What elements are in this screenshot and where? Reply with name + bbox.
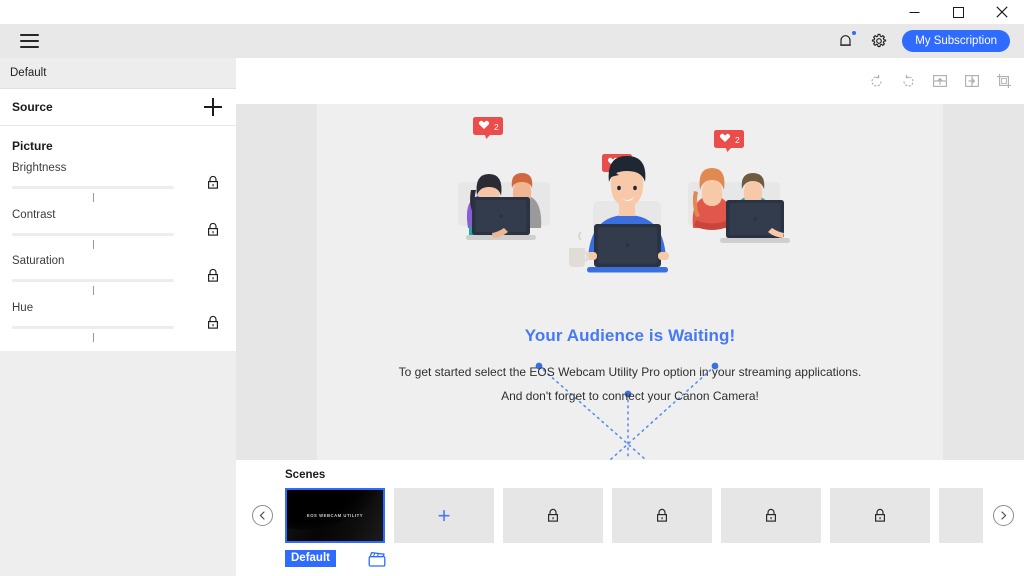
lock-icon[interactable] [206,175,222,191]
default-scene-badge: Default [285,550,336,567]
notification-bell-icon[interactable] [834,30,857,52]
slider-label: Contrast [12,208,56,221]
crop-icon[interactable] [994,71,1014,91]
slider-track[interactable] [12,325,174,329]
svg-text:2: 2 [494,122,499,132]
slider-saturation: Saturation [0,246,236,295]
left-sidebar: Default Source Picture Brightness Contra… [0,58,236,576]
slider-label: Brightness [12,162,67,174]
svg-text:2: 2 [735,135,740,145]
lock-icon[interactable] [206,222,222,238]
preset-name: Default [10,67,47,79]
source-header: Source [0,89,236,126]
picture-section-title: Picture [12,139,53,153]
lock-icon [765,508,777,522]
header-actions: My Subscription [834,30,1024,52]
title-bar [0,0,1024,24]
slider-brightness: Brightness [0,153,236,202]
minimize-button[interactable] [892,0,936,24]
lock-icon[interactable] [206,315,222,331]
slider-hue: Hue [0,293,236,342]
slider-track[interactable] [12,186,174,189]
page-title: Your Audience is Waiting! [524,326,736,345]
lock-icon[interactable] [206,268,222,284]
scene-tile-partial[interactable] [939,488,983,543]
preview-toolbar [866,58,1014,104]
maximize-button[interactable] [936,0,980,24]
plus-icon: + [437,502,451,528]
rotate-left-icon[interactable] [866,71,886,91]
scene-tile-active[interactable]: EOS WEBCAM UTILITY [285,488,385,543]
page-subtitle: To get started select the EOS Webcam Uti… [236,360,1024,408]
slider-track[interactable] [12,232,174,236]
slider-label: Hue [12,301,34,314]
scene-tile-locked[interactable] [612,488,712,543]
subtitle-line-2: And don't forget to connect your Canon C… [501,389,759,403]
preview-area: 2 2 Your Audience is Waiting! To get sta… [236,58,1024,460]
app-window: My Subscription Default Source Picture B… [0,0,1024,576]
lock-icon [874,508,886,522]
scene-tile-locked[interactable] [830,488,930,543]
scene-tile-list: EOS WEBCAM UTILITY + [285,488,997,544]
source-panel: Source Picture Brightness Contrast Satur… [0,89,236,351]
scenes-bar: Scenes EOS WEBCAM UTILITY + Default [236,460,1024,576]
settings-gear-icon[interactable] [868,30,890,52]
notification-dot [852,31,857,35]
scene-tile-locked[interactable] [721,488,821,543]
preset-selector-row[interactable]: Default [0,58,236,89]
scene-thumbnail-label: EOS WEBCAM UTILITY [306,513,364,518]
flip-horizontal-icon[interactable] [962,71,982,91]
lock-icon [547,508,559,522]
slider-track[interactable] [12,279,174,282]
source-title: Source [12,100,53,114]
rotate-right-icon[interactable] [898,71,918,91]
subtitle-line-1: To get started select the EOS Webcam Uti… [398,365,862,379]
add-source-button[interactable] [204,98,222,116]
hamburger-menu-icon[interactable] [12,24,46,58]
scene-tile-locked[interactable] [503,488,603,543]
preview-stage[interactable]: 2 2 Your Audience is Waiting! To get sta… [236,104,1024,460]
slider-contrast: Contrast [0,200,236,249]
my-subscription-button[interactable]: My Subscription [902,30,1010,52]
flip-vertical-icon[interactable] [930,71,950,91]
scenes-prev-button[interactable] [252,505,273,526]
lock-icon [656,508,668,522]
close-button[interactable] [980,0,1024,24]
app-header: My Subscription [0,24,1024,58]
slider-label: Saturation [12,255,65,267]
slider-thumb[interactable] [93,332,94,342]
active-scene-meta: Default [285,550,415,567]
scenes-title: Scenes [285,469,326,481]
scene-tile-add[interactable]: + [394,488,494,543]
clapperboard-icon[interactable] [368,551,386,567]
